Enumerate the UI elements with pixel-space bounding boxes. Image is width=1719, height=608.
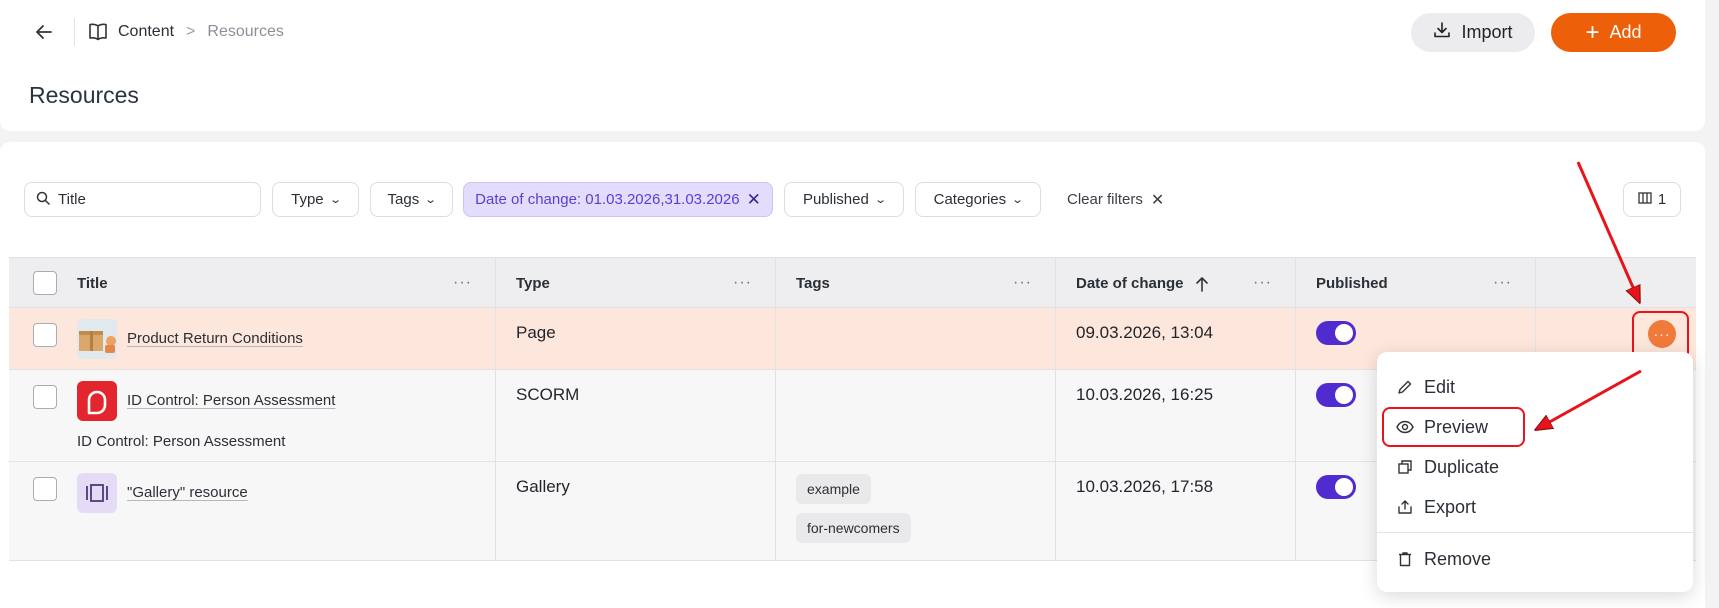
search-input[interactable]: Title <box>24 182 261 217</box>
page-header: Content > Resources Resources Import + A… <box>0 0 1705 131</box>
resource-title-link[interactable]: "Gallery" resource <box>127 484 248 501</box>
menu-divider <box>1377 532 1693 533</box>
filter-categories[interactable]: Categories ⌄ <box>915 182 1041 217</box>
filter-categories-label: Categories <box>933 191 1007 208</box>
column-divider <box>775 257 776 561</box>
column-menu-icon[interactable]: ··· <box>1253 274 1272 292</box>
resource-title-link[interactable]: Product Return Conditions <box>127 330 303 347</box>
filter-date-of-change[interactable]: Date of change: 01.03.2026,31.03.2026 ✕ <box>463 182 773 217</box>
column-divider <box>495 257 496 561</box>
annotation-highlight <box>1382 407 1525 447</box>
published-toggle[interactable] <box>1316 475 1356 499</box>
clear-filters-button[interactable]: Clear filters ✕ <box>1067 182 1164 217</box>
filter-published[interactable]: Published ⌄ <box>784 182 904 217</box>
scorm-icon <box>77 381 117 421</box>
column-header-type[interactable]: Type <box>516 258 550 309</box>
page-title: Resources <box>29 82 139 108</box>
column-menu-icon[interactable]: ··· <box>733 274 752 292</box>
close-icon[interactable]: ✕ <box>747 190 761 210</box>
resource-type: SCORM <box>516 385 580 404</box>
breadcrumb: Content > Resources <box>88 22 284 42</box>
select-all-checkbox[interactable] <box>33 271 57 295</box>
import-label: Import <box>1461 22 1513 42</box>
header-divider <box>74 18 75 46</box>
menu-item-label: Duplicate <box>1424 456 1500 477</box>
close-icon: ✕ <box>1150 191 1165 209</box>
column-header-tags[interactable]: Tags <box>796 258 830 309</box>
filter-tags-label: Tags <box>387 191 420 208</box>
import-button[interactable]: Import <box>1411 13 1535 52</box>
chevron-down-icon: ⌄ <box>1011 194 1025 206</box>
row-checkbox[interactable] <box>33 385 57 409</box>
column-menu-icon[interactable]: ··· <box>1013 274 1032 292</box>
breadcrumb-separator: > <box>186 23 196 40</box>
filter-type-label: Type <box>291 191 324 208</box>
menu-item-export[interactable]: Export <box>1396 493 1476 521</box>
chevron-down-icon: ⌄ <box>873 194 887 206</box>
menu-item-remove[interactable]: Remove <box>1396 545 1491 573</box>
tag-chip: for-newcomers <box>796 513 911 543</box>
book-icon <box>88 22 110 42</box>
menu-item-label: Remove <box>1424 548 1492 569</box>
row-checkbox[interactable] <box>33 323 57 347</box>
resource-date: 10.03.2026, 17:58 <box>1076 477 1214 496</box>
resource-type: Page <box>516 323 556 342</box>
breadcrumb-current: Resources <box>207 23 284 40</box>
resource-subtitle: ID Control: Person Assessment <box>77 433 286 450</box>
search-icon <box>36 191 50 209</box>
column-divider <box>1055 257 1056 561</box>
gallery-icon <box>77 473 117 513</box>
resource-date: 09.03.2026, 13:04 <box>1076 323 1214 342</box>
filter-date-label: Date of change: 01.03.2026,31.03.2026 <box>475 191 740 208</box>
column-menu-icon[interactable]: ··· <box>1493 274 1512 292</box>
trash-icon <box>1396 550 1414 568</box>
menu-item-label: Export <box>1424 496 1477 517</box>
chevron-down-icon: ⌄ <box>328 194 342 206</box>
table-header: Title ··· Type ··· Tags ··· Date of chan… <box>9 257 1696 308</box>
column-header-title[interactable]: Title <box>77 258 108 309</box>
menu-item-edit[interactable]: Edit <box>1396 373 1455 401</box>
published-toggle[interactable] <box>1316 383 1356 407</box>
column-divider <box>1295 257 1296 561</box>
export-icon <box>1396 498 1414 516</box>
clear-filters-label: Clear filters <box>1067 191 1143 208</box>
resource-type: Gallery <box>516 477 570 496</box>
columns-icon <box>1638 191 1652 208</box>
chevron-down-icon: ⌄ <box>424 194 438 206</box>
copy-icon <box>1396 458 1414 476</box>
add-button[interactable]: + Add <box>1551 13 1676 52</box>
menu-item-label: Edit <box>1424 376 1456 397</box>
columns-button[interactable]: 1 <box>1623 182 1681 217</box>
resource-date: 10.03.2026, 16:25 <box>1076 385 1214 404</box>
resource-thumbnail <box>77 319 117 359</box>
tag-chip: example <box>796 474 871 504</box>
filter-tags[interactable]: Tags ⌄ <box>370 182 453 217</box>
menu-item-duplicate[interactable]: Duplicate <box>1396 453 1499 481</box>
column-menu-icon[interactable]: ··· <box>453 274 472 292</box>
plus-icon: + <box>1585 18 1600 46</box>
resource-title-link[interactable]: ID Control: Person Assessment <box>127 392 335 409</box>
filter-type[interactable]: Type ⌄ <box>272 182 359 217</box>
columns-count: 1 <box>1657 191 1667 208</box>
column-header-date[interactable]: Date of change <box>1076 258 1184 309</box>
breadcrumb-content-link[interactable]: Content <box>118 23 174 41</box>
search-placeholder: Title <box>58 191 86 208</box>
add-label: Add <box>1609 22 1642 42</box>
filter-published-label: Published <box>802 191 869 208</box>
row-checkbox[interactable] <box>33 477 57 501</box>
pencil-icon <box>1396 378 1414 396</box>
column-header-published[interactable]: Published <box>1316 258 1388 309</box>
published-toggle[interactable] <box>1316 321 1356 345</box>
download-icon <box>1433 21 1451 44</box>
row-actions-menu: Edit Preview Duplicate Export Remove <box>1377 352 1693 592</box>
sort-arrow-up-icon[interactable] <box>1195 258 1209 309</box>
back-arrow-icon[interactable] <box>32 20 56 44</box>
